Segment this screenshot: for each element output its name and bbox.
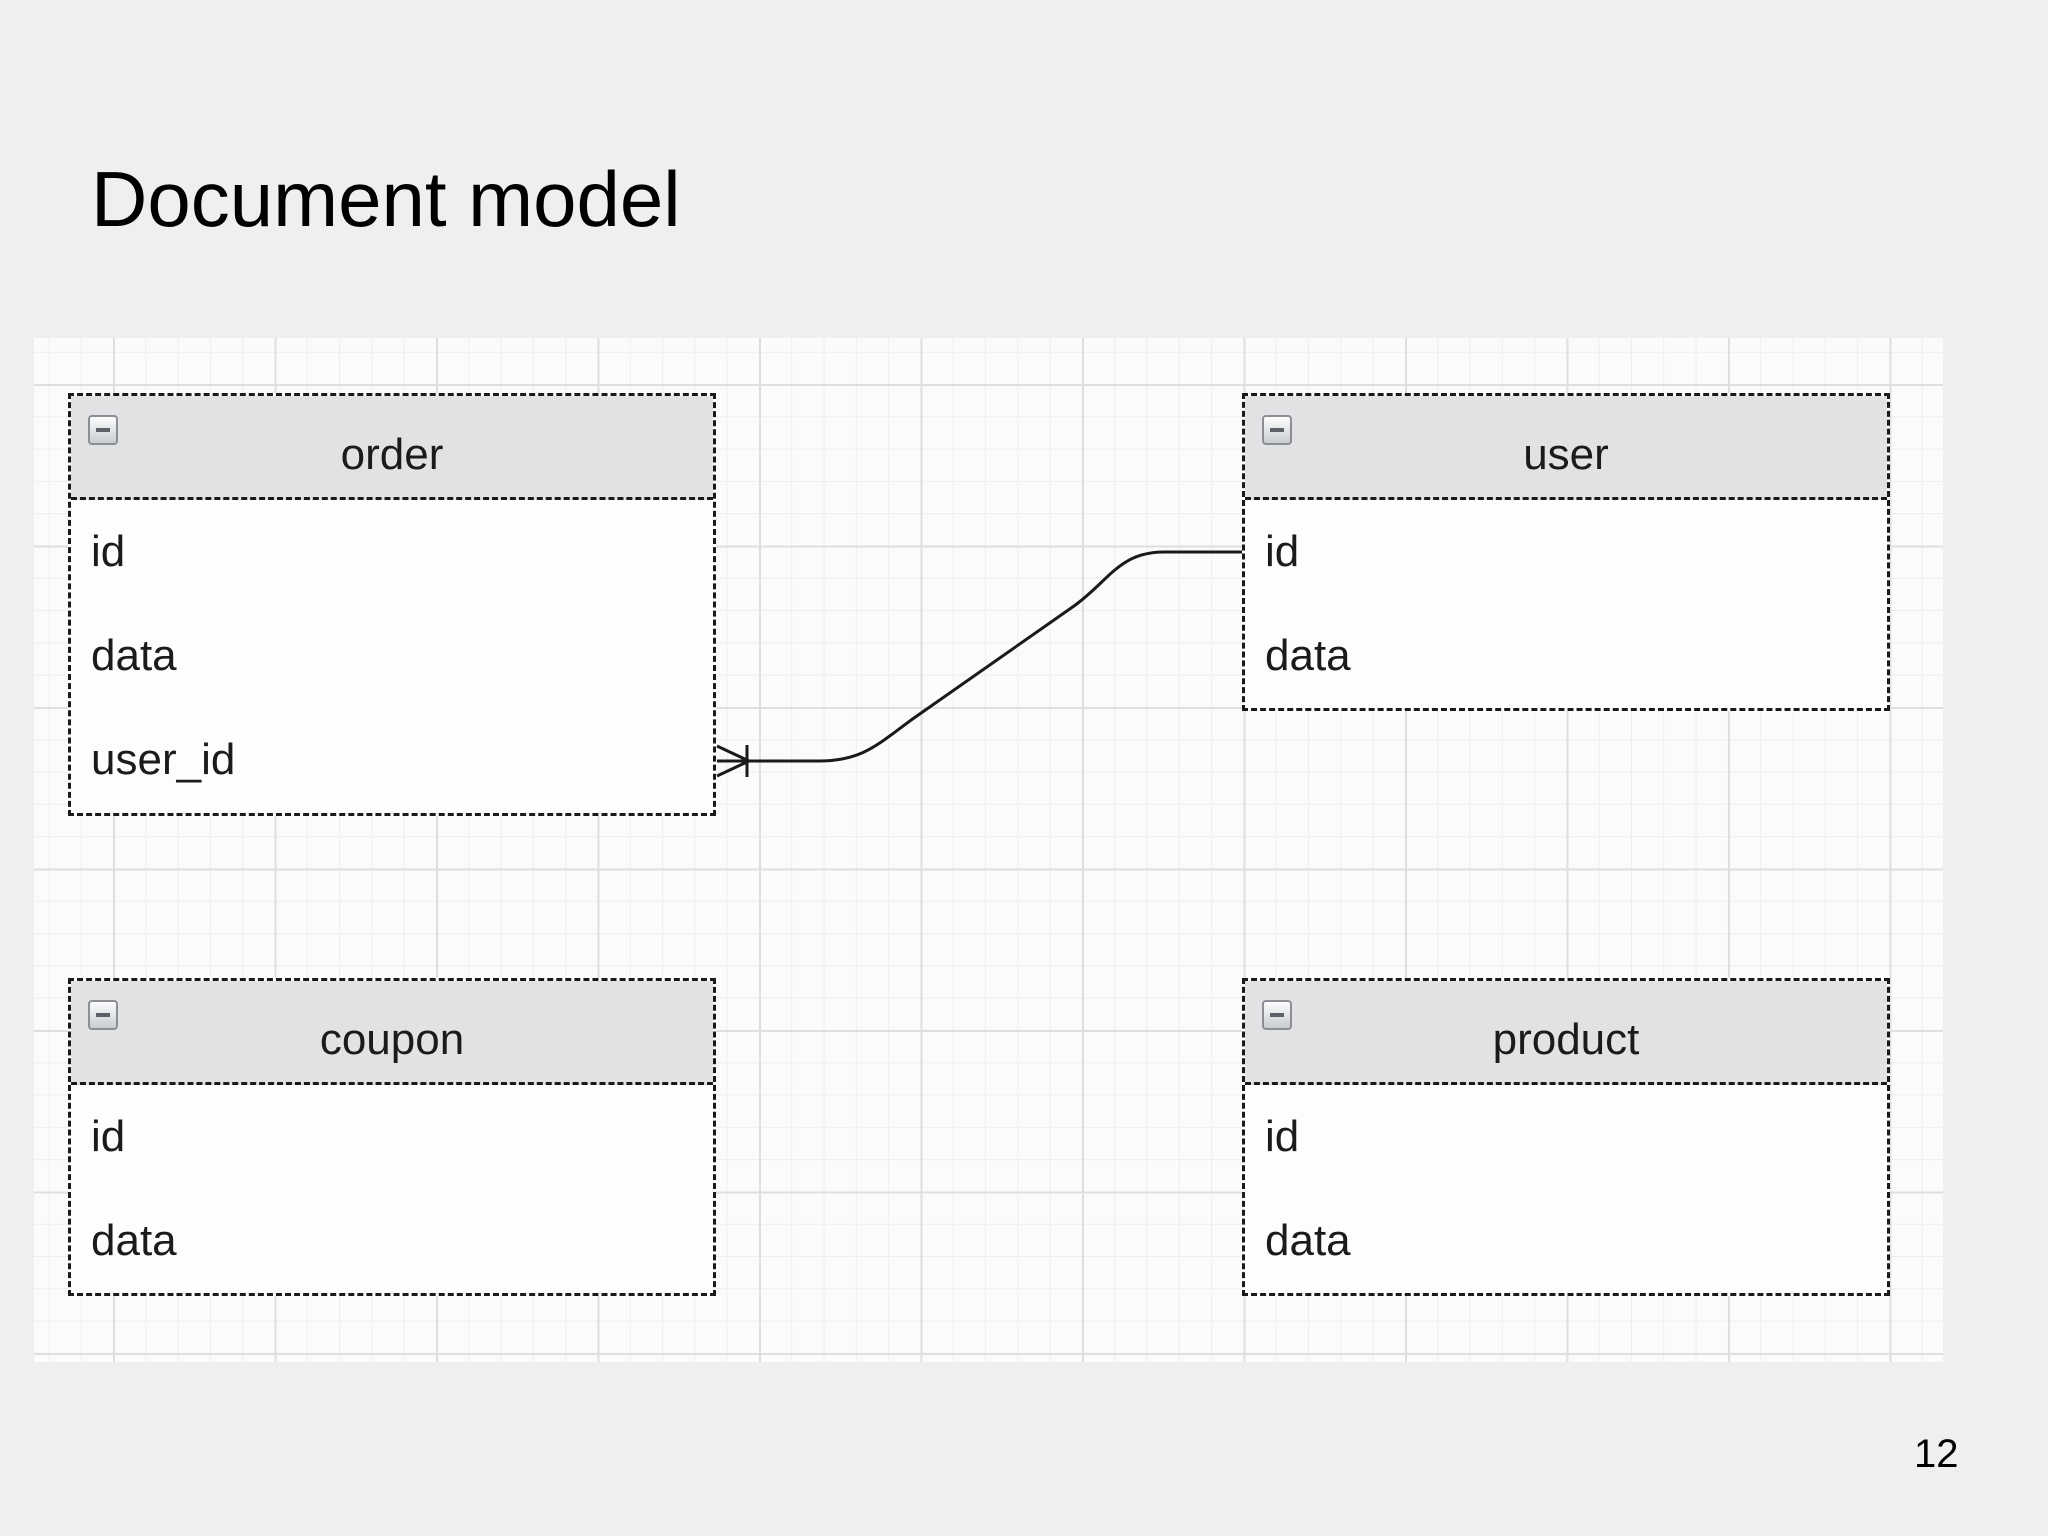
- relationship-connectors: [716, 550, 1242, 778]
- page-number: 12: [1914, 1432, 1959, 1476]
- relationship-line-order-user[interactable]: [717, 550, 1242, 763]
- slide-title: Document model: [91, 155, 681, 243]
- diagram-canvas[interactable]: order id data user_id user id data coupo…: [34, 338, 1943, 1362]
